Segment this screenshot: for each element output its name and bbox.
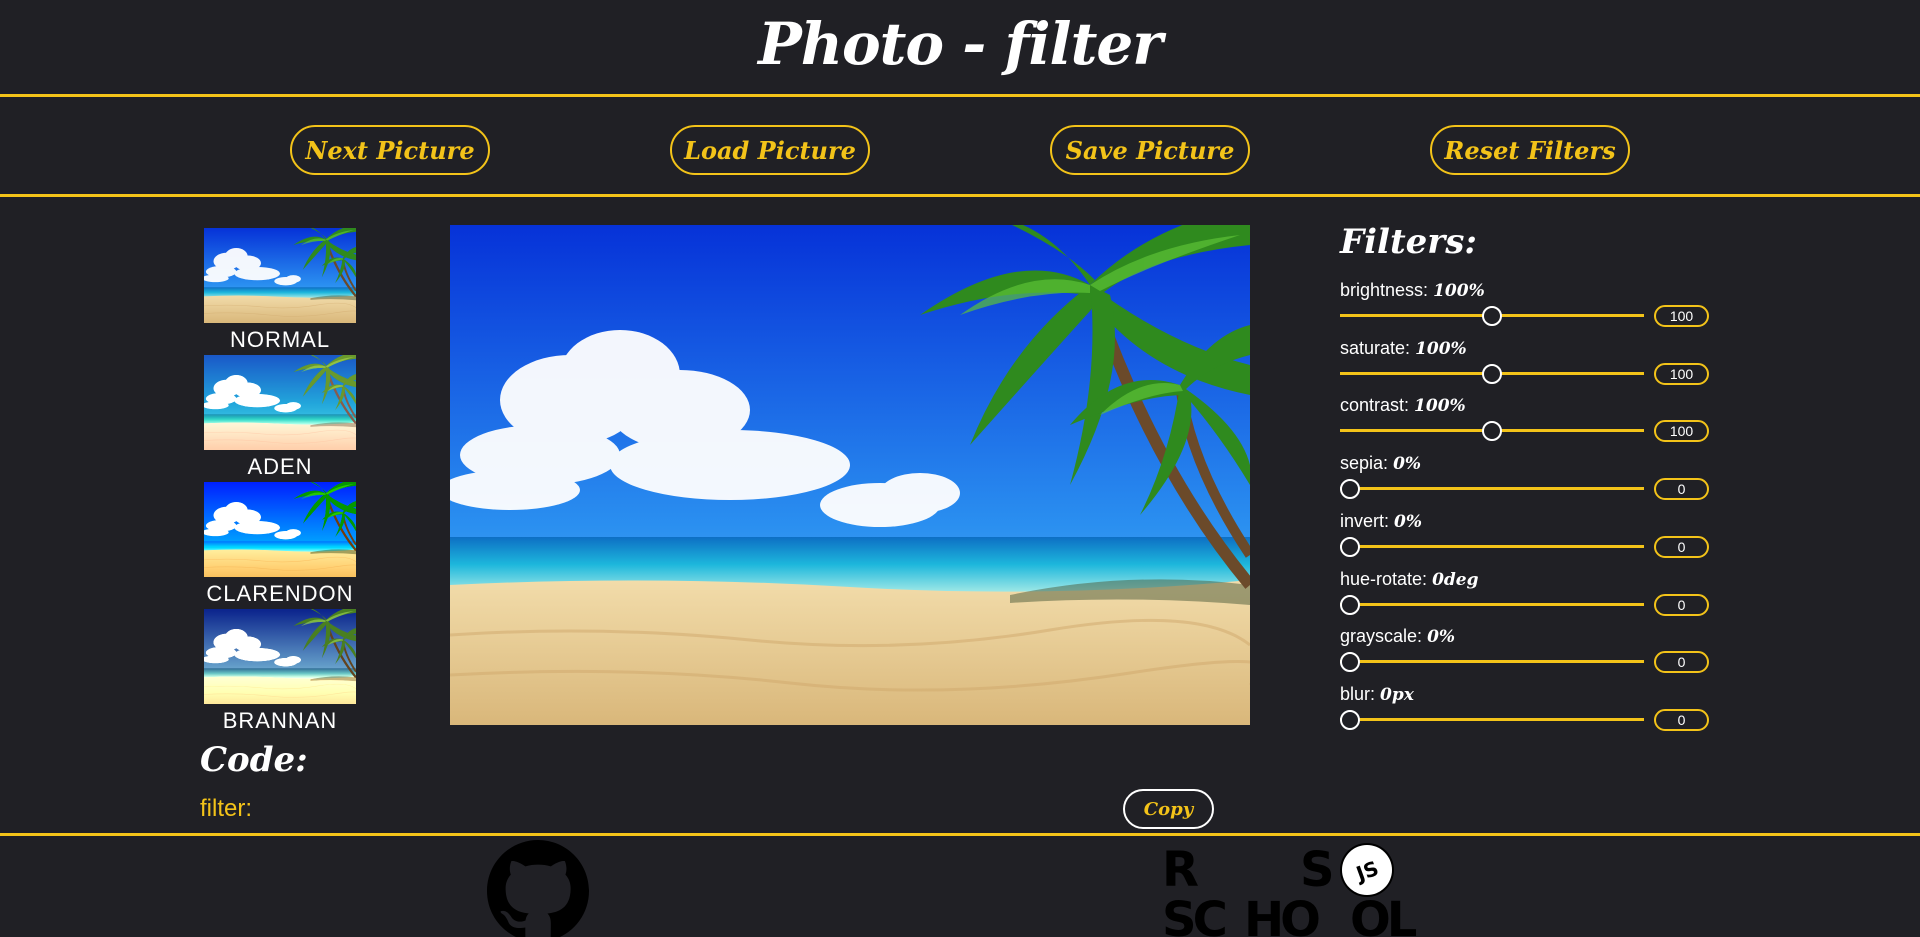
preset-normal[interactable]: NORMAL bbox=[204, 228, 356, 353]
code-title: Code: bbox=[200, 740, 308, 780]
load-picture-button[interactable]: Load Picture bbox=[670, 125, 870, 175]
brightness-slider-thumb[interactable] bbox=[1482, 306, 1502, 326]
sepia-slider-thumb[interactable] bbox=[1340, 479, 1360, 499]
github-icon[interactable] bbox=[487, 840, 589, 937]
filters-title: Filters: bbox=[1340, 222, 1477, 262]
main-image bbox=[450, 225, 1250, 725]
rs-letter: SC bbox=[1162, 892, 1226, 937]
contrast-slider-thumb[interactable] bbox=[1482, 421, 1502, 441]
invert-number-input[interactable]: 0 bbox=[1654, 536, 1709, 558]
grayscale-slider-thumb[interactable] bbox=[1340, 652, 1360, 672]
preset-label: NORMAL bbox=[229, 327, 331, 352]
filter-name: grayscale: bbox=[1340, 626, 1423, 646]
filter-value: 0px bbox=[1380, 685, 1414, 705]
preset-aden[interactable]: ADEN bbox=[204, 355, 356, 480]
filter-grayscale: grayscale: 0% 0 bbox=[1340, 626, 1710, 682]
filter-hue-rotate: hue-rotate: 0deg 0 bbox=[1340, 569, 1710, 625]
rs-letter: S bbox=[1300, 842, 1335, 898]
blur-slider[interactable] bbox=[1340, 718, 1644, 721]
invert-slider-thumb[interactable] bbox=[1340, 537, 1360, 557]
filter-value: 100% bbox=[1414, 396, 1466, 416]
invert-slider[interactable] bbox=[1340, 545, 1644, 548]
filter-name: sepia: bbox=[1340, 453, 1389, 473]
page-title: Photo - filter bbox=[758, 10, 1163, 78]
filter-saturate: saturate: 100% 100 bbox=[1340, 338, 1710, 394]
filter-name: hue-rotate: bbox=[1340, 569, 1428, 589]
rs-letter: R bbox=[1162, 842, 1199, 898]
saturate-number-input[interactable]: 100 bbox=[1654, 363, 1709, 385]
filter-invert: invert: 0% 0 bbox=[1340, 511, 1710, 567]
copy-button[interactable]: Copy bbox=[1123, 789, 1214, 829]
filter-value: 0% bbox=[1393, 454, 1422, 474]
preset-clarendon[interactable]: CLARENDON bbox=[204, 482, 356, 607]
rs-school-logo[interactable]: R S SC HO OL JS bbox=[1162, 840, 1432, 937]
contrast-number-input[interactable]: 100 bbox=[1654, 420, 1709, 442]
filter-brightness: brightness: 100% 100 bbox=[1340, 280, 1710, 336]
next-picture-button[interactable]: Next Picture bbox=[290, 125, 490, 175]
filter-name: blur: bbox=[1340, 684, 1376, 704]
preset-label: CLARENDON bbox=[206, 581, 354, 606]
toolbar: Next Picture Load Picture Save Picture R… bbox=[0, 100, 1920, 197]
grayscale-number-input[interactable]: 0 bbox=[1654, 651, 1709, 673]
header: Photo - filter bbox=[0, 0, 1920, 97]
save-picture-button[interactable]: Save Picture bbox=[1050, 125, 1250, 175]
preset-brannan[interactable]: BRANNAN bbox=[204, 609, 356, 734]
preset-label: BRANNAN bbox=[222, 708, 338, 733]
filter-contrast: contrast: 100% 100 bbox=[1340, 395, 1710, 451]
reset-filters-button[interactable]: Reset Filters bbox=[1430, 125, 1630, 175]
filter-value: 0deg bbox=[1432, 570, 1479, 590]
rs-letter: OL bbox=[1350, 892, 1417, 937]
preset-thumbnail bbox=[204, 609, 356, 704]
filter-value: 0% bbox=[1427, 627, 1456, 647]
hue-rotate-slider[interactable] bbox=[1340, 603, 1644, 606]
preset-label: ADEN bbox=[247, 454, 313, 479]
preset-thumbnail bbox=[204, 355, 356, 450]
filter-name: saturate: bbox=[1340, 338, 1411, 358]
brightness-number-input[interactable]: 100 bbox=[1654, 305, 1709, 327]
filter-value: 100% bbox=[1415, 339, 1467, 359]
preset-thumbnail bbox=[204, 482, 356, 577]
grayscale-slider[interactable] bbox=[1340, 660, 1644, 663]
preset-thumbnail bbox=[204, 228, 356, 323]
filter-value: 0% bbox=[1394, 512, 1423, 532]
blur-number-input[interactable]: 0 bbox=[1654, 709, 1709, 731]
filter-value: 100% bbox=[1433, 281, 1485, 301]
saturate-slider-thumb[interactable] bbox=[1482, 364, 1502, 384]
blur-slider-thumb[interactable] bbox=[1340, 710, 1360, 730]
filter-name: brightness: bbox=[1340, 280, 1429, 300]
filter-sepia: sepia: 0% 0 bbox=[1340, 453, 1710, 509]
footer: R S SC HO OL JS bbox=[0, 833, 1920, 937]
sepia-number-input[interactable]: 0 bbox=[1654, 478, 1709, 500]
sepia-slider[interactable] bbox=[1340, 487, 1644, 490]
code-output: filter: bbox=[200, 795, 253, 822]
rs-letter: HO bbox=[1244, 892, 1319, 937]
filter-name: invert: bbox=[1340, 511, 1390, 531]
filter-blur: blur: 0px 0 bbox=[1340, 684, 1710, 740]
hue-rotate-number-input[interactable]: 0 bbox=[1654, 594, 1709, 616]
filter-name: contrast: bbox=[1340, 395, 1410, 415]
hue-rotate-slider-thumb[interactable] bbox=[1340, 595, 1360, 615]
